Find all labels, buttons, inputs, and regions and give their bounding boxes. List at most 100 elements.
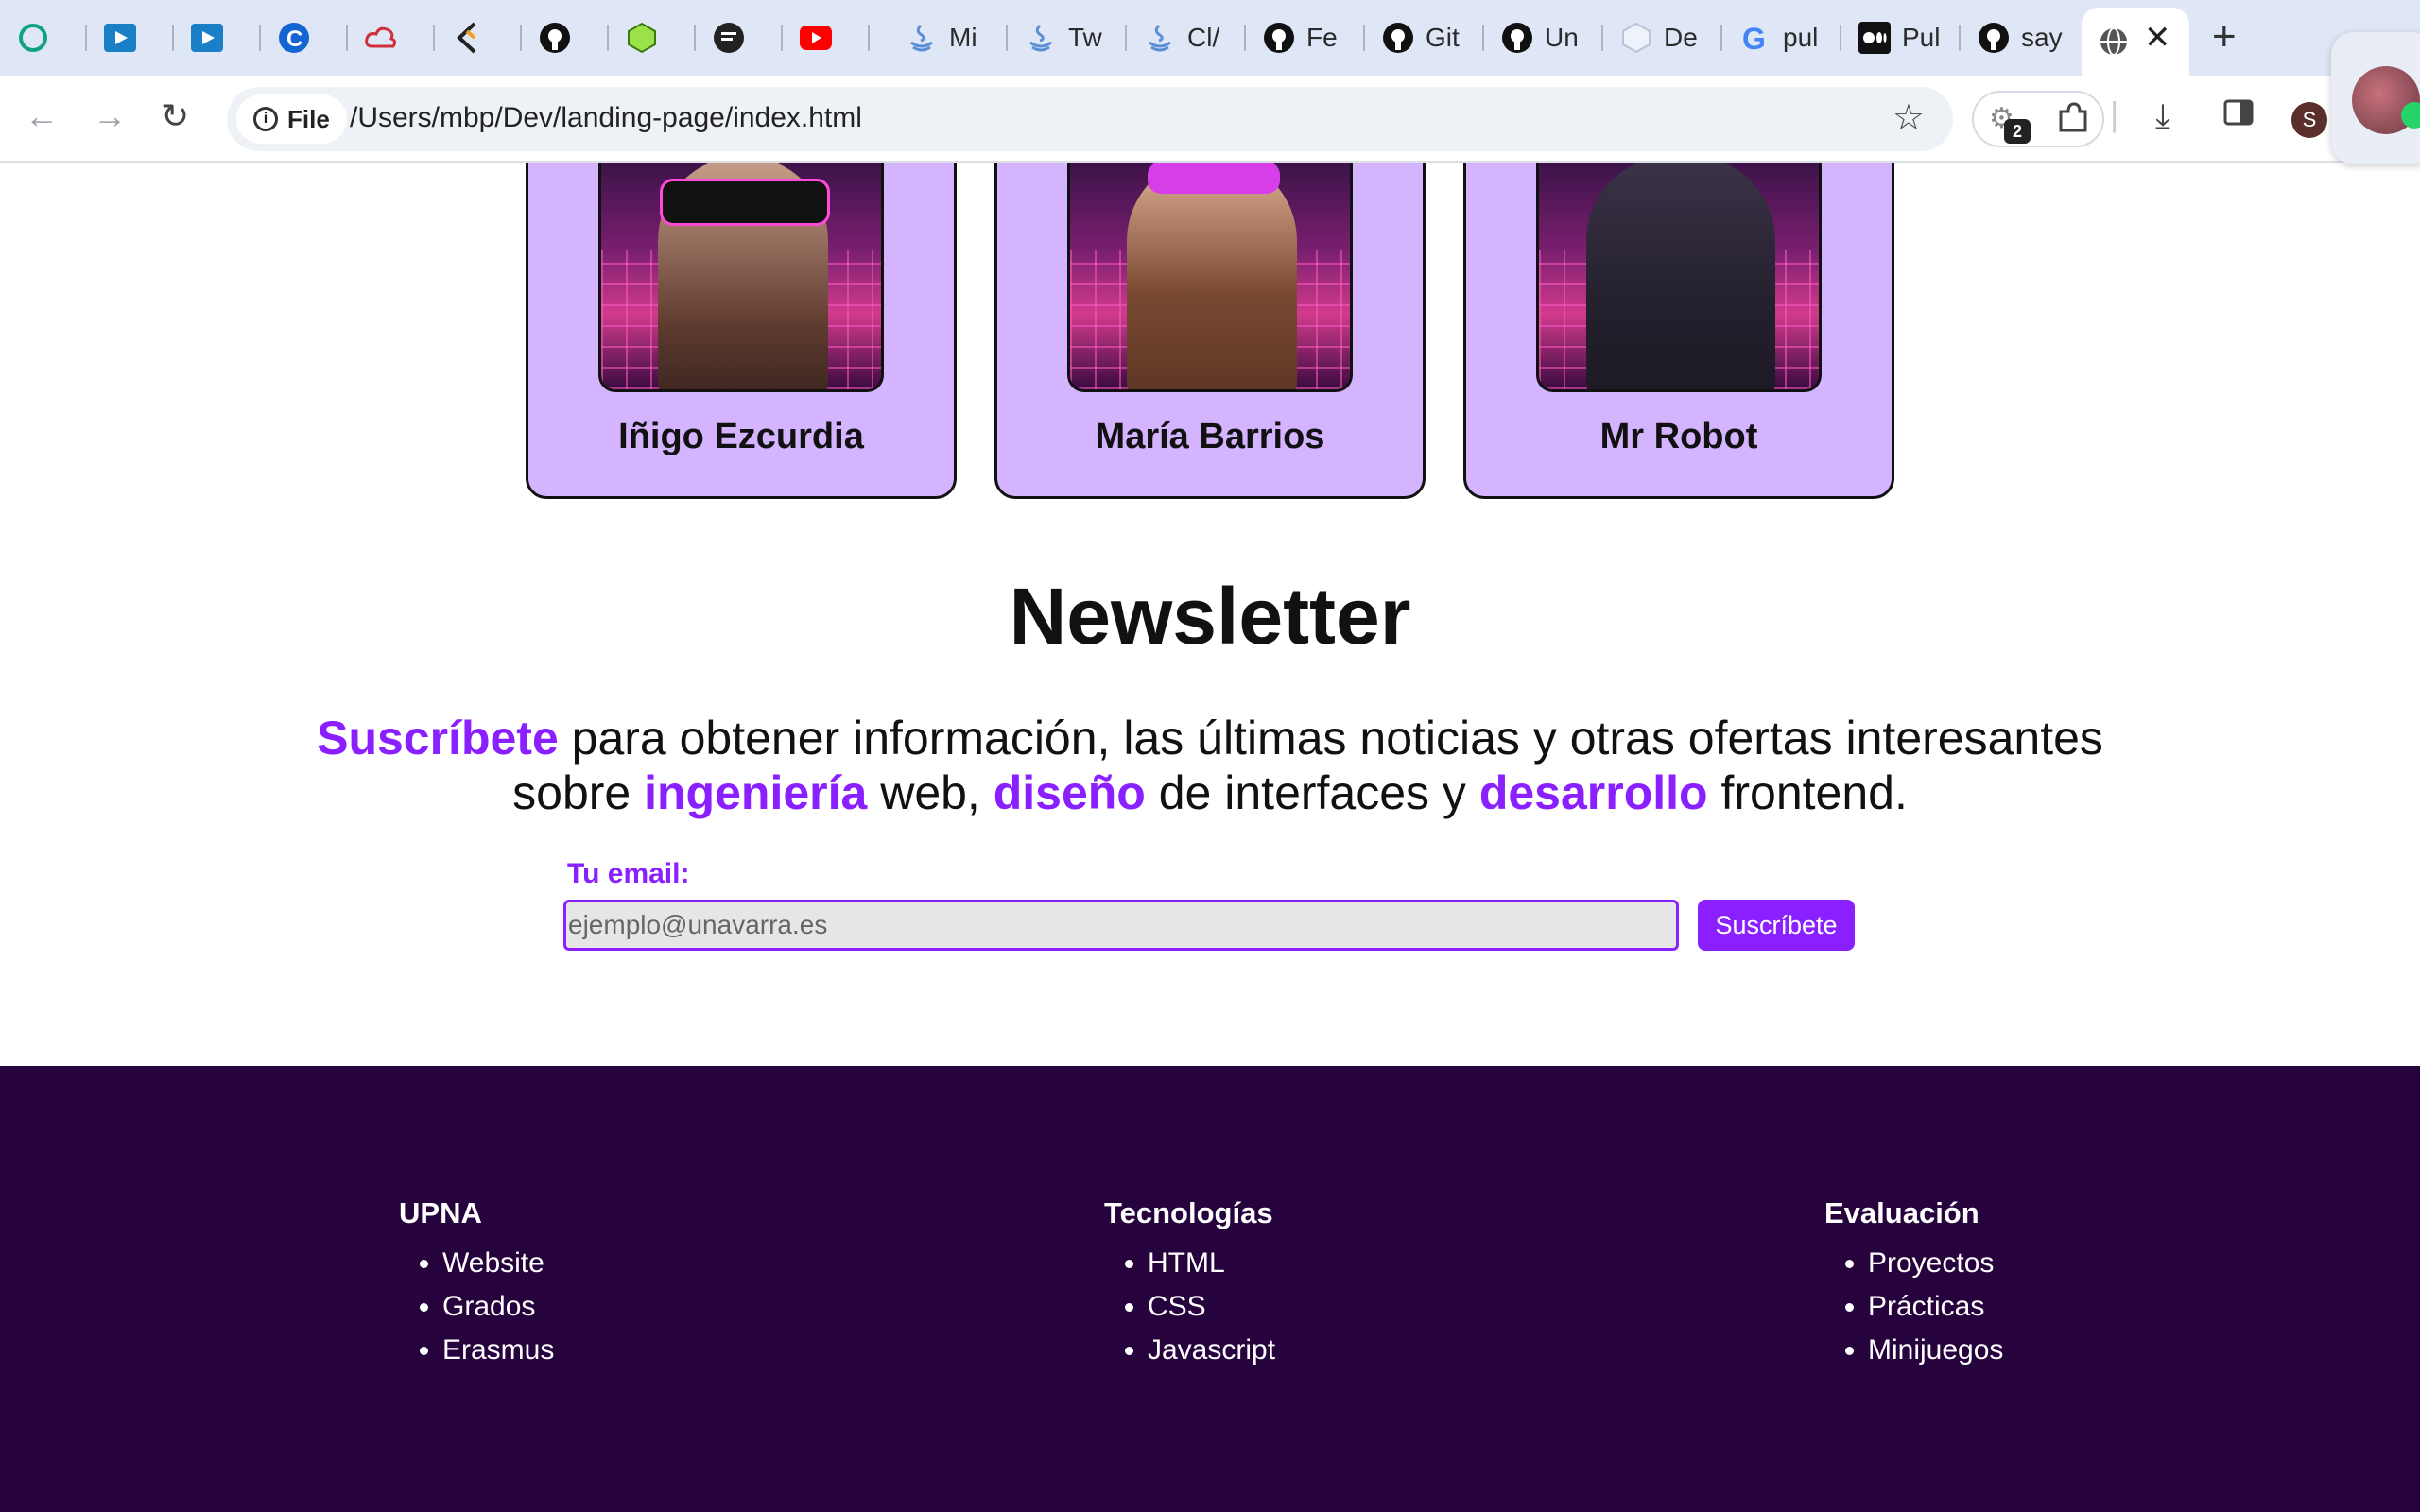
desc-text: web, [867,766,994,819]
tab-label: say [2021,23,2063,52]
tab-java-cl[interactable]: Cl/ [1127,15,1246,60]
tab-github-say[interactable]: say [1961,15,2080,60]
chatgpt-icon [17,22,49,54]
java-icon [1144,22,1176,54]
email-input[interactable] [563,900,1679,951]
svg-text:G: G [1742,22,1766,54]
footer-column-tecnologias: Tecnologías HTML CSS Javascript [1104,1196,1275,1372]
dev-icon [452,22,484,54]
url-text[interactable]: /Users/mbp/Dev/landing-page/index.html [350,102,862,134]
bookmark-star-icon[interactable]: ☆ [1893,96,1925,139]
footer-column-title: UPNA [399,1196,482,1229]
highlight-engineering: ingeniería [644,766,868,819]
browser-toolbar: ← → ↻ i File /Users/mbp/Dev/landing-page… [0,76,2420,163]
team-photo [598,163,884,392]
tab-github-fe[interactable]: Fe [1246,15,1365,60]
tab-strip: C Mi Tw Cl/ Fe Git Un De G pul Pul say ✕… [0,0,2420,76]
footer-link-erasmus[interactable]: Erasmus [442,1329,554,1372]
team-photo [1536,163,1822,392]
close-tab-icon[interactable]: ✕ [2144,19,2171,57]
team-card: Iñigo Ezcurdia [526,163,957,499]
footer-column-evaluacion: Evaluación Proyectos Prácticas Minijuego… [1824,1196,2003,1372]
page-viewport: Iñigo Ezcurdia María Barrios Mr Robot Ne… [0,163,2420,1512]
tab-github-1[interactable] [522,15,609,60]
highlight-subscribe: Suscríbete [317,712,559,765]
c-logo-icon: C [278,22,310,54]
toolbar-divider: | [2110,94,2119,133]
site-footer: UPNA Website Grados Erasmus Tecnologías … [0,1066,2420,1512]
footer-column-title: Tecnologías [1104,1196,1273,1229]
tab-medium-pul[interactable]: Pul [1841,15,1961,60]
tab-label: Cl/ [1187,23,1220,52]
tab-google-pul[interactable]: G pul [1722,15,1841,60]
side-panel-icon[interactable] [2223,96,2254,136]
tab-java-mi[interactable]: Mi [889,15,1008,60]
tab-video-1[interactable] [87,15,174,60]
team-card: María Barrios [994,163,1426,499]
tab-terminal[interactable] [696,15,783,60]
address-bar[interactable]: i File /Users/mbp/Dev/landing-page/index… [227,87,1953,151]
github-icon [1382,22,1414,54]
github-icon [1978,22,2010,54]
whatsapp-icon [2401,102,2420,129]
github-icon [539,22,571,54]
tab-label: Un [1545,23,1579,52]
tab-c[interactable]: C [261,15,348,60]
tab-youtube[interactable] [783,15,870,60]
video-icon [191,22,223,54]
desc-text: frontend. [1707,766,1908,819]
tab-java-tw[interactable]: Tw [1008,15,1127,60]
tab-chatgpt[interactable] [0,15,87,60]
footer-link-grados[interactable]: Grados [442,1285,554,1329]
email-label: Tu email: [567,858,690,889]
team-photo [1067,163,1353,392]
footer-column-upna: UPNA Website Grados Erasmus [399,1196,554,1372]
tab-dev[interactable] [435,15,522,60]
hexagon-icon [1620,22,1652,54]
download-icon[interactable]: ⤓ [2155,96,2170,137]
profile-avatar[interactable]: S [2291,102,2327,138]
footer-link-minijuegos[interactable]: Minijuegos [1868,1329,2003,1372]
github-icon [1263,22,1295,54]
tab-label: Fe [1306,23,1338,52]
tab-github-un[interactable]: Un [1484,15,1603,60]
footer-link-website[interactable]: Website [442,1242,554,1285]
newsletter-title: Newsletter [1009,572,1411,661]
java-icon [906,22,938,54]
footer-link-javascript[interactable]: Javascript [1148,1329,1275,1372]
footer-link-html[interactable]: HTML [1148,1242,1275,1285]
tab-label: Git [1426,23,1460,52]
new-tab-button[interactable]: + [2212,13,2237,60]
globe-icon [2099,26,2129,61]
forward-icon[interactable]: → [93,96,127,136]
tab-video-2[interactable] [174,15,261,60]
newsletter-description: Suscríbete para obtener información, las… [265,711,2155,820]
footer-link-practicas[interactable]: Prácticas [1868,1285,2003,1329]
active-tab[interactable] [2082,8,2189,76]
back-icon[interactable]: ← [25,96,59,136]
footer-link-css[interactable]: CSS [1148,1285,1275,1329]
cube-icon [626,22,658,54]
extensions-puzzle-icon[interactable] [2053,98,2091,141]
tab-github-git[interactable]: Git [1365,15,1484,60]
terminal-icon [713,22,745,54]
footer-link-proyectos[interactable]: Proyectos [1868,1242,2003,1285]
team-card: Mr Robot [1463,163,1894,499]
tab-cube[interactable] [609,15,696,60]
tab-label: Pul [1902,23,1941,52]
member-name: Iñigo Ezcurdia [618,417,864,456]
video-icon [104,22,136,54]
extensions-group[interactable]: ⚙ 2 [1972,91,2104,147]
tab-hexagon-de[interactable]: De [1603,15,1722,60]
member-name: Mr Robot [1599,417,1758,456]
site-info-chip[interactable]: i File [236,94,347,144]
tab-cloud[interactable] [348,15,435,60]
member-name: María Barrios [1095,417,1325,456]
reload-icon[interactable]: ↻ [161,96,189,136]
floating-profile-bubble[interactable] [2331,32,2420,164]
github-icon [1501,22,1533,54]
highlight-design: diseño [993,766,1146,819]
subscribe-button[interactable]: Suscríbete [1698,900,1855,951]
medium-icon [1858,22,1891,54]
desc-text: de interfaces y [1145,766,1479,819]
